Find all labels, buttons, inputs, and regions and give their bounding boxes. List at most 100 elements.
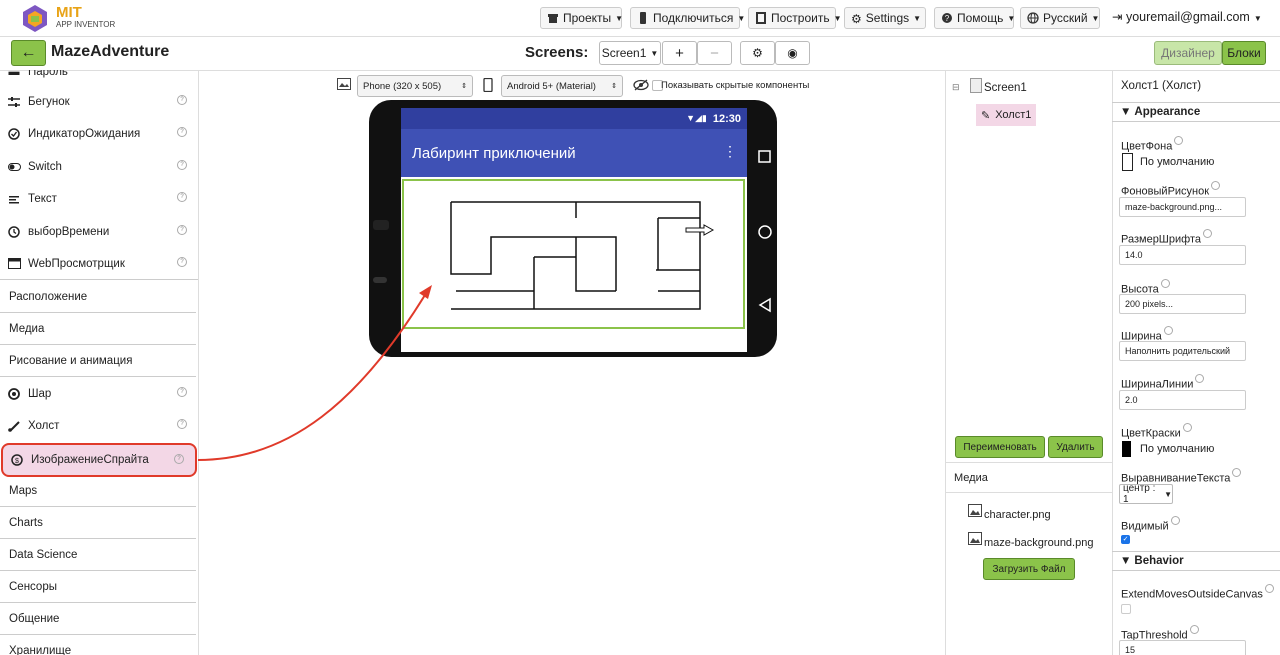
- back-button[interactable]: ←: [11, 40, 46, 66]
- collapse-icon[interactable]: ⊟: [952, 82, 960, 93]
- user-menu[interactable]: ⇥ youremail@gmail.com ▼: [1112, 9, 1262, 24]
- projects-menu[interactable]: Проекты ▼: [540, 7, 623, 29]
- category-maps[interactable]: Maps: [0, 475, 196, 507]
- phone-size-select[interactable]: Phone (320 x 505) ⇕: [357, 75, 473, 97]
- palette-item-spinner[interactable]: ИндикаторОжидания?: [0, 118, 198, 150]
- bgcolor-value[interactable]: По умолчанию: [1140, 156, 1214, 168]
- category-charts[interactable]: Charts: [0, 507, 196, 539]
- media-file-maze[interactable]: maze-background.png: [984, 537, 1093, 549]
- help-icon[interactable]: [1160, 279, 1170, 288]
- bgcolor-swatch[interactable]: [1122, 153, 1133, 171]
- palette-item-switch[interactable]: Switch?: [0, 151, 198, 183]
- media-file-character[interactable]: character.png: [984, 509, 1051, 521]
- help-icon[interactable]: ?: [174, 454, 184, 464]
- add-screen-button[interactable]: +: [662, 41, 697, 65]
- help-icon[interactable]: [1170, 516, 1180, 525]
- paintcolor-label: ЦветКраски: [1121, 423, 1192, 440]
- extend-checkbox[interactable]: [1121, 604, 1131, 614]
- projects-label: Проекты: [563, 11, 612, 25]
- palette-item-imagesprite[interactable]: $ ИзображениеСпрайта?: [1, 443, 197, 477]
- connect-label: Подключиться: [653, 11, 734, 25]
- help-icon[interactable]: [1211, 181, 1221, 190]
- behavior-section[interactable]: ▼ Behavior: [1112, 551, 1280, 571]
- help-icon[interactable]: ?: [177, 257, 187, 267]
- project-name: MazeAdventure: [51, 43, 170, 60]
- help-icon[interactable]: [1163, 326, 1173, 335]
- textalign-select[interactable]: центр : 1 ▼: [1119, 483, 1173, 505]
- svg-text:$: $: [15, 458, 19, 465]
- help-icon[interactable]: [1195, 374, 1205, 383]
- spinner-icon: [7, 127, 21, 141]
- category-social[interactable]: Общение: [0, 603, 196, 635]
- clock-icon: [7, 225, 21, 239]
- settings-menu[interactable]: ⚙ Settings ▼: [844, 7, 926, 29]
- help-icon[interactable]: [1232, 468, 1242, 477]
- help-icon[interactable]: ?: [177, 192, 187, 202]
- help-icon[interactable]: [1203, 229, 1212, 238]
- visible-checkbox[interactable]: ✓: [1121, 535, 1130, 544]
- height-field[interactable]: 200 pixels...: [1119, 294, 1246, 314]
- slider-icon: [7, 95, 21, 109]
- category-media[interactable]: Медиа: [0, 313, 196, 345]
- remove-screen-button[interactable]: −: [697, 41, 732, 65]
- screen-select[interactable]: Screen1 ▼: [599, 41, 661, 65]
- category-storage[interactable]: Хранилище: [0, 635, 196, 655]
- help-icon[interactable]: [1182, 423, 1192, 432]
- palette-item-ball[interactable]: Шар?: [0, 378, 198, 410]
- help-icon[interactable]: ?: [177, 160, 187, 170]
- phone-side-sensor-2: [373, 277, 387, 283]
- category-sensors[interactable]: Сенсоры: [0, 571, 196, 603]
- preview-button[interactable]: ◉: [775, 41, 810, 65]
- category-data-science[interactable]: Data Science: [0, 539, 196, 571]
- properties-panel: Холст1 (Холст) ▼ Appearance ЦветФона По у…: [1112, 70, 1280, 655]
- project-properties-button[interactable]: ⚙: [740, 41, 775, 65]
- extend-label-text: ExtendMovesOutsideCanvas: [1121, 588, 1263, 601]
- palette-item-canvas[interactable]: Холст?: [0, 410, 198, 442]
- rename-button[interactable]: Переименовать: [955, 436, 1045, 458]
- tree-screen1[interactable]: Screen1: [984, 82, 1027, 94]
- category-drawing[interactable]: Рисование и анимация: [0, 345, 196, 377]
- palette-item-webviewer[interactable]: WebПросмотрщик?: [0, 248, 198, 280]
- connect-menu[interactable]: Подключиться ▼: [630, 7, 745, 29]
- build-menu[interactable]: Построить ▼: [748, 7, 842, 29]
- language-menu[interactable]: Русский ▼: [1020, 7, 1100, 29]
- triangle-down-icon: ▼: [1120, 106, 1132, 118]
- help-icon[interactable]: [1264, 584, 1274, 593]
- appearance-section[interactable]: ▼ Appearance: [1112, 102, 1280, 122]
- palette-item-textbox[interactable]: Текст?: [0, 183, 198, 215]
- behavior-label: Behavior: [1134, 555, 1184, 567]
- paintcolor-value[interactable]: По умолчанию: [1140, 443, 1214, 455]
- canvas-component[interactable]: [402, 179, 745, 329]
- build-label: Построить: [771, 11, 830, 25]
- help-icon[interactable]: [1189, 625, 1199, 634]
- palette-item-slider[interactable]: Бегунок?: [0, 86, 198, 118]
- fontsize-field[interactable]: 14.0: [1119, 245, 1246, 265]
- help-menu[interactable]: ? Помощь ▼: [934, 7, 1015, 29]
- help-icon[interactable]: ?: [177, 95, 187, 105]
- theme-select[interactable]: Android 5+ (Material) ⇕: [501, 75, 623, 97]
- designer-button[interactable]: Дизайнер: [1154, 41, 1222, 65]
- arrow-left-icon: ←: [20, 44, 37, 61]
- app-inventor-logo[interactable]: MIT APP INVENTOR: [18, 2, 118, 32]
- help-icon[interactable]: [1174, 136, 1184, 145]
- category-layout[interactable]: Расположение: [0, 281, 196, 313]
- delete-button[interactable]: Удалить: [1048, 436, 1103, 458]
- paintcolor-swatch[interactable]: [1122, 441, 1131, 457]
- tapthreshold-field[interactable]: 15: [1119, 640, 1246, 655]
- palette-item-label: Пароль: [28, 70, 68, 78]
- blocks-button[interactable]: Блоки: [1222, 41, 1266, 65]
- help-icon[interactable]: ?: [177, 127, 187, 137]
- help-icon[interactable]: ?: [177, 387, 187, 397]
- help-icon[interactable]: ?: [177, 419, 187, 429]
- palette-item-label: Бегунок: [28, 96, 70, 108]
- bgimage-field[interactable]: maze-background.png...: [1119, 197, 1246, 217]
- upload-file-button[interactable]: Загрузить Файл: [983, 558, 1075, 580]
- overflow-menu-icon[interactable]: ⋮: [723, 143, 737, 160]
- palette-item-timepicker[interactable]: выборВремени?: [0, 216, 198, 248]
- screen-select-value: Screen1: [601, 46, 647, 60]
- tree-canvas1[interactable]: ✎ Холст1: [976, 104, 1036, 126]
- help-icon[interactable]: ?: [177, 225, 187, 235]
- visible-label: Видимый: [1121, 516, 1180, 533]
- width-field[interactable]: Наполнить родительский: [1119, 341, 1246, 361]
- linewidth-field[interactable]: 2.0: [1119, 390, 1246, 410]
